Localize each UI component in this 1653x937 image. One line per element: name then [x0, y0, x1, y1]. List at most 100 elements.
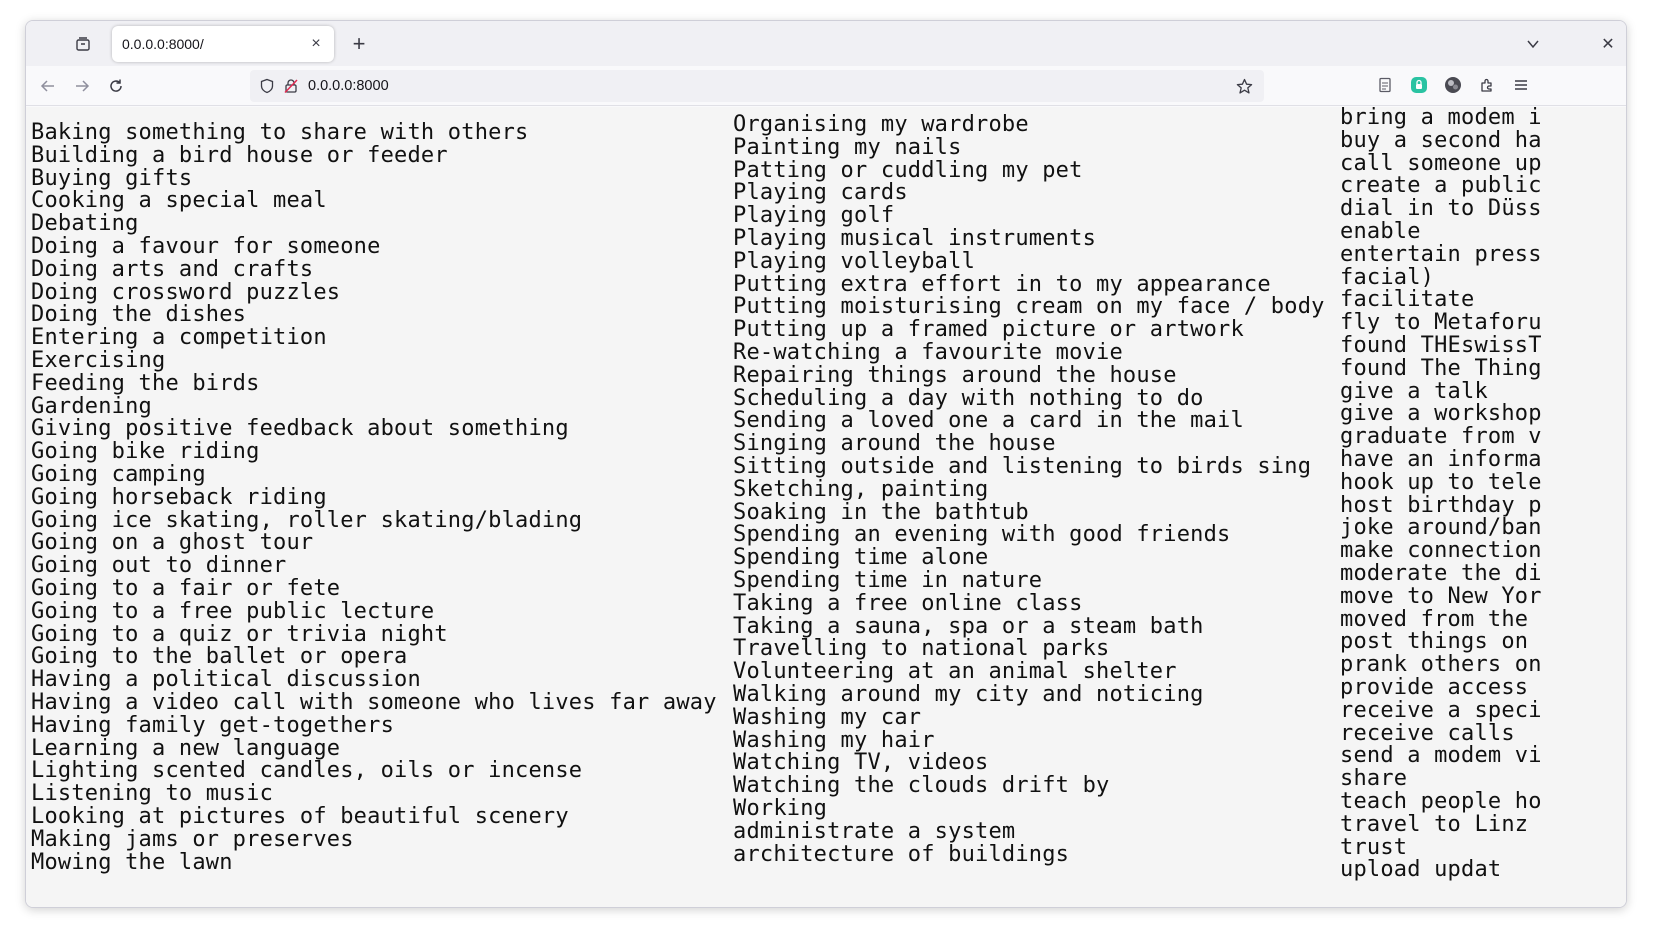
list-item: found THEswissT	[1340, 332, 1542, 358]
list-item: architecture of buildings	[733, 841, 1070, 867]
list-item: Going out to dinner	[31, 553, 287, 579]
arrow-left-icon[interactable]	[34, 72, 62, 100]
list-item: move to New Yor	[1340, 583, 1542, 609]
list-item: Baking something to share with others	[31, 120, 529, 145]
list-item: receive calls	[1340, 720, 1515, 746]
list-item: Putting moisturising cream on my face / …	[733, 294, 1325, 320]
list-item: give a talk	[1340, 378, 1488, 404]
list-item: Listening to music	[31, 781, 274, 807]
url-bar[interactable]: 0.0.0.0:8000	[250, 70, 1264, 102]
list-item: create a public	[1340, 173, 1542, 199]
list-item: Cooking a special meal	[31, 188, 327, 214]
list-item: administrate a system	[733, 818, 1016, 844]
list-item: send a modem vi	[1340, 743, 1542, 769]
arrow-right-icon[interactable]	[68, 72, 96, 100]
active-tab[interactable]: 0.0.0.0:8000/ ×	[112, 26, 334, 62]
list-item: entertain press	[1340, 241, 1542, 267]
list-item: facilitate	[1340, 287, 1475, 313]
list-item: Spending an evening with good friends	[733, 522, 1231, 548]
activity-column-3: bring a modem i buy a second ha call someo…	[1340, 107, 1542, 882]
list-item: buy a second ha	[1340, 127, 1542, 153]
list-item: Soaking in the bathtub	[733, 499, 1029, 525]
list-item: provide access	[1340, 674, 1529, 700]
window-close-button[interactable]: ✕	[1597, 33, 1619, 55]
list-item: Sitting outside and listening to birds s…	[733, 453, 1312, 479]
list-item: Debating	[31, 211, 139, 237]
list-item: travel to Linz	[1340, 811, 1529, 837]
list-item: Looking at pictures of beautiful scenery	[31, 803, 569, 829]
list-item: Sending a loved one a card in the mail	[733, 408, 1244, 434]
list-item: Gardening	[31, 393, 153, 419]
list-item: Entering a competition	[31, 325, 327, 351]
tab-close-icon[interactable]: ×	[306, 34, 326, 54]
url-text[interactable]: 0.0.0.0:8000	[308, 78, 389, 94]
list-item: Washing my car	[733, 704, 922, 730]
list-item: have an informa	[1340, 446, 1542, 472]
chevron-down-icon[interactable]	[1522, 33, 1544, 55]
lock-icon[interactable]	[282, 77, 300, 95]
list-item: Lighting scented candles, oils or incens…	[31, 758, 583, 784]
list-item: receive a speci	[1340, 697, 1542, 723]
list-item: upload updat	[1340, 857, 1502, 883]
list-item: Singing around the house	[733, 431, 1056, 457]
list-item: Playing cards	[733, 180, 908, 206]
list-item: trust	[1340, 834, 1408, 860]
list-item: Watching TV, videos	[733, 750, 989, 776]
list-item: Scheduling a day with nothing to do	[733, 385, 1204, 411]
list-item: Going bike riding	[31, 439, 260, 465]
list-item: fly to Metaforu	[1340, 310, 1542, 336]
list-item: moderate the di	[1340, 560, 1542, 586]
list-item: Having family get-togethers	[31, 712, 395, 738]
list-item: Doing crossword puzzles	[31, 279, 341, 305]
list-item: Spending time in nature	[733, 567, 1043, 593]
list-item: found The Thing	[1340, 355, 1542, 381]
tab-strip: 0.0.0.0:8000/ × + ✕	[26, 21, 1626, 66]
list-item: hook up to tele	[1340, 469, 1542, 495]
list-item: Patting or cuddling my pet	[733, 157, 1083, 183]
list-item: Travelling to national parks	[733, 636, 1110, 662]
list-item: Repairing things around the house	[733, 362, 1177, 388]
reload-icon[interactable]	[102, 72, 130, 100]
list-item: Playing musical instruments	[733, 225, 1097, 251]
activity-column-2: Organising my wardrobe Painting my nails P…	[733, 112, 1325, 867]
list-item: Going to a fair or fete	[31, 575, 341, 601]
tab-title: 0.0.0.0:8000/	[122, 36, 204, 52]
list-item: Having a political discussion	[31, 667, 421, 693]
list-item: joke around/ban	[1340, 515, 1542, 541]
list-item: Going camping	[31, 461, 206, 487]
list-item: Spending time alone	[733, 545, 989, 571]
extension-icon[interactable]	[1408, 74, 1430, 96]
list-item: Playing volleyball	[733, 248, 976, 274]
puzzle-icon[interactable]	[1476, 74, 1498, 96]
list-item: post things on	[1340, 629, 1529, 655]
list-item: Organising my wardrobe	[733, 112, 1029, 137]
list-item: Going to the ballet or opera	[31, 644, 408, 670]
account-icon[interactable]	[1442, 74, 1464, 96]
list-item: graduate from v	[1340, 424, 1542, 450]
list-item: give a workshop	[1340, 401, 1542, 427]
list-item: Going horseback riding	[31, 484, 327, 510]
list-item: share	[1340, 766, 1408, 792]
list-item: enable	[1340, 218, 1421, 244]
list-item: Putting extra effort in to my appearance	[733, 271, 1271, 297]
list-item: teach people ho	[1340, 788, 1542, 814]
list-item: Making jams or preserves	[31, 826, 354, 852]
new-tab-button[interactable]: +	[346, 31, 372, 57]
shield-icon[interactable]	[258, 77, 276, 95]
list-item: Going on a ghost tour	[31, 530, 314, 556]
list-item: Learning a new language	[31, 735, 341, 761]
star-icon[interactable]	[1234, 76, 1254, 96]
list-item: Taking a sauna, spa or a steam bath	[733, 613, 1204, 639]
list-item: Exercising	[31, 347, 166, 373]
list-item: prank others on	[1340, 652, 1542, 678]
list-item: Doing arts and crafts	[31, 256, 314, 282]
hamburger-menu-icon[interactable]	[1510, 74, 1532, 96]
list-item: Building a bird house or feeder	[31, 142, 448, 168]
tab-list-icon[interactable]	[70, 31, 96, 57]
list-item: facial)	[1340, 264, 1435, 290]
list-item: Having a video call with someone who liv…	[31, 689, 717, 715]
reader-view-icon[interactable]	[1374, 74, 1396, 96]
list-item: Walking around my city and noticing	[733, 681, 1204, 707]
list-item: Watching the clouds drift by	[733, 773, 1110, 799]
list-item: call someone up	[1340, 150, 1542, 176]
